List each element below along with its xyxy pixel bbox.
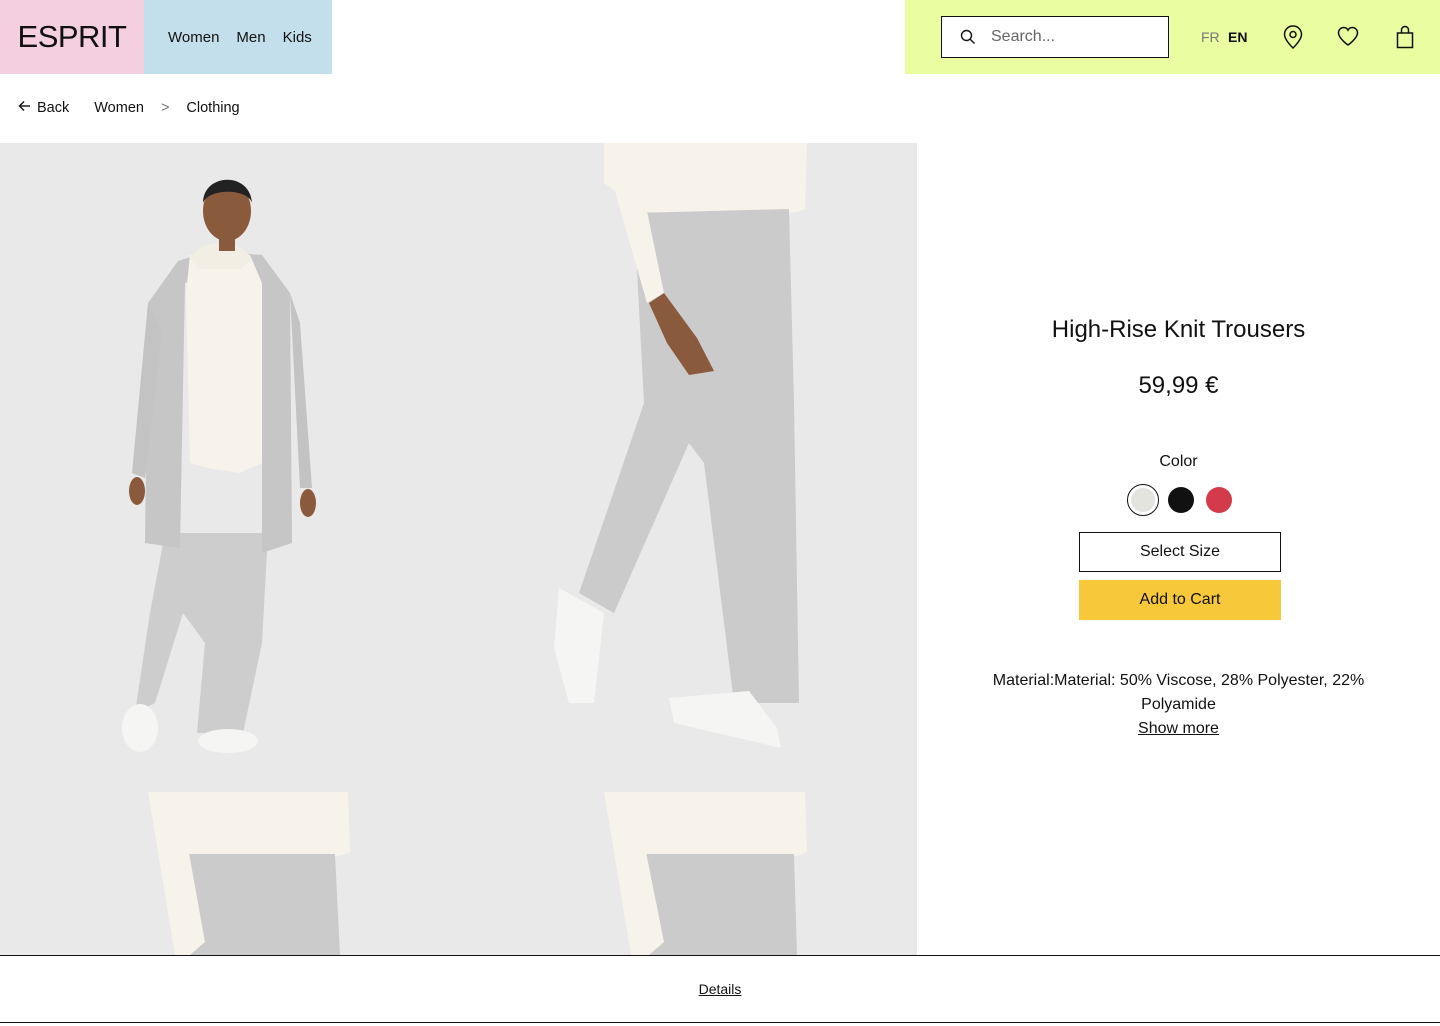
search-icon [960, 29, 976, 45]
breadcrumb-clothing[interactable]: Clothing [186, 100, 239, 116]
swatch-light-grey-fill [1131, 488, 1155, 512]
lang-fr[interactable]: FR [1201, 29, 1220, 45]
arrow-left-icon [18, 100, 31, 116]
details-link[interactable]: Details [699, 981, 742, 997]
product-title: High-Rise Knit Trousers [1051, 316, 1306, 343]
swatch-red[interactable] [1206, 487, 1232, 513]
breadcrumb-women[interactable]: Women [94, 100, 144, 116]
heart-icon[interactable] [1336, 24, 1360, 50]
logo-text: ESPRIT [17, 19, 127, 54]
breadcrumb: Back Women > Clothing [18, 100, 240, 116]
header-utilities: FR EN [905, 0, 1440, 74]
breadcrumb-separator: > [160, 100, 170, 116]
nav-kids[interactable]: Kids [283, 29, 312, 46]
product-gallery [0, 143, 917, 955]
nav-women[interactable]: Women [168, 29, 219, 46]
logo[interactable]: ESPRIT [0, 0, 144, 74]
select-size-button[interactable]: Select Size [1079, 532, 1281, 572]
swatch-light-grey[interactable] [1127, 484, 1159, 516]
back-link[interactable]: Back [18, 100, 69, 116]
material-text: Material:Material: 50% Viscose, 28% Poly… [992, 672, 1365, 713]
details-bar: Details [0, 955, 1440, 1023]
color-swatches [1127, 484, 1232, 516]
product-price: 59,99 € [1138, 372, 1219, 399]
back-label: Back [37, 100, 70, 116]
search-box[interactable] [941, 16, 1169, 58]
location-pin-icon[interactable] [1281, 24, 1305, 50]
show-more-link[interactable]: Show more [917, 717, 1440, 741]
nav-men[interactable]: Men [236, 29, 265, 46]
swatch-black[interactable] [1168, 487, 1194, 513]
color-label: Color [1159, 453, 1198, 470]
main-nav: Women Men Kids [144, 0, 332, 74]
product-image-detail-1[interactable] [0, 792, 459, 955]
product-image-legs[interactable] [459, 143, 917, 792]
lang-en[interactable]: EN [1228, 29, 1247, 45]
search-input[interactable] [991, 28, 1161, 46]
shopping-bag-icon[interactable] [1393, 24, 1417, 50]
product-image-detail-2[interactable] [459, 792, 917, 955]
add-to-cart-button[interactable]: Add to Cart [1079, 580, 1281, 620]
product-image-front[interactable] [0, 143, 459, 792]
